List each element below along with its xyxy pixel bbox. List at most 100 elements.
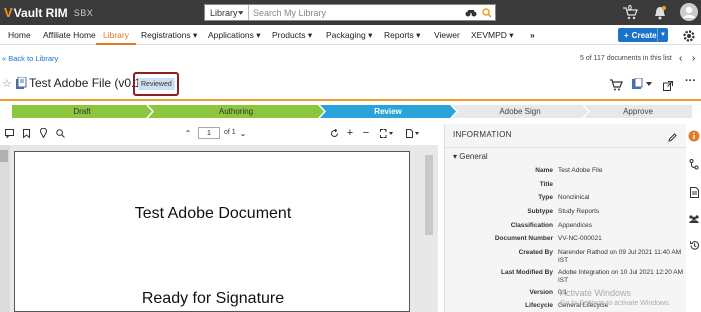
page-subheading: Ready for Signature <box>141 290 285 307</box>
activate-windows-hint: Go to Settings to activate Windows. <box>560 300 671 307</box>
stage-adobe-sign: Adobe Sign <box>452 105 588 118</box>
nav-more-icon[interactable]: » <box>530 30 535 40</box>
create-button[interactable]: + Create ▼ <box>618 28 668 42</box>
binoculars-icon[interactable] <box>463 9 479 17</box>
field-value: Narender Rathod on 09 Jul 2021 11:40 AM … <box>558 249 682 264</box>
document-type-icon <box>15 76 27 95</box>
field-value: Adobe Integration on 10 Jul 2021 12:20 A… <box>558 269 684 284</box>
page-up-chevron-icon[interactable]: ⌃ <box>183 128 193 138</box>
edit-pencil-icon[interactable] <box>668 129 677 147</box>
activate-windows-watermark: Activate Windows <box>560 288 632 298</box>
logo-mark: V <box>4 5 13 20</box>
more-actions-icon[interactable]: ··· <box>685 75 696 87</box>
nav-packaging-label: Packaging <box>326 30 366 40</box>
sharing-settings-icon[interactable] <box>688 213 700 225</box>
document-actions-icon[interactable] <box>632 77 652 95</box>
create-menu-chevron-icon[interactable]: ▼ <box>657 28 668 42</box>
next-document-icon[interactable]: › <box>692 53 695 64</box>
cart-count: 0 <box>628 5 632 12</box>
nav-active-indicator <box>96 43 136 45</box>
field-label: Type <box>538 194 553 201</box>
nav-xevmpd-label: XEVMPD <box>471 30 507 40</box>
general-section-label: General <box>459 152 488 161</box>
page-total: of 1 <box>224 129 236 136</box>
search-icon[interactable] <box>479 7 495 18</box>
field-label: Document Number <box>494 235 553 242</box>
info-panel-title: INFORMATION <box>453 130 512 139</box>
nav-registrations-label: Registrations <box>141 30 191 40</box>
user-avatar[interactable] <box>680 3 698 21</box>
favorite-star-icon[interactable]: ☆ <box>2 77 12 90</box>
fit-page-icon[interactable] <box>379 128 395 138</box>
thumbnail-handle[interactable] <box>0 150 8 162</box>
right-rail <box>686 124 701 312</box>
field-label: Classification <box>510 222 553 229</box>
viewer-search-icon[interactable] <box>55 128 65 138</box>
field-label: Last Modified By <box>500 269 553 276</box>
location-pin-icon[interactable] <box>38 128 48 138</box>
search-input[interactable] <box>249 7 463 18</box>
general-section-toggle[interactable]: ▾ General <box>453 152 488 161</box>
zoom-in-icon[interactable]: + <box>345 127 355 139</box>
stage-authoring: Authoring <box>148 105 324 118</box>
document-header: ☆ Test Adobe File (v0.1) Reviewed ··· <box>0 72 701 98</box>
bookmark-icon[interactable] <box>21 128 31 138</box>
bell-icon[interactable] <box>652 5 668 21</box>
document-viewer[interactable]: Test Adobe Document Ready for Signature <box>0 145 438 312</box>
field-label: Version <box>529 289 553 296</box>
open-new-window-icon[interactable] <box>663 78 673 96</box>
lifecycle-bar: Draft Authoring Review Adobe Sign Approv… <box>12 105 692 118</box>
info-divider <box>445 147 687 148</box>
previous-document-icon[interactable]: ‹ <box>679 53 682 64</box>
viewer-toolbar: ⌃ 1 of 1 ⌄ + − <box>0 127 438 141</box>
field-value: Test Adobe File <box>558 167 603 174</box>
field-label: Created By <box>518 249 553 256</box>
nav-library[interactable]: Library <box>103 30 129 40</box>
stage-approve: Approve <box>584 105 692 118</box>
viewer-scrollbar[interactable] <box>425 155 433 235</box>
zoom-out-icon[interactable]: − <box>361 127 371 139</box>
field-label: Subtype <box>527 208 553 215</box>
nav-products-label: Products <box>272 30 306 40</box>
nav-viewer[interactable]: Viewer <box>434 30 460 40</box>
nav-affiliate-home[interactable]: Affiliate Home <box>43 30 96 40</box>
field-label: Name <box>535 167 553 174</box>
search-scope-dropdown[interactable]: Library <box>205 5 249 20</box>
information-panel: INFORMATION ▾ General Name Test Adobe Fil… <box>444 124 687 312</box>
plus-icon: + <box>624 30 629 40</box>
main-nav: Home Affiliate Home Library Registration… <box>0 25 701 45</box>
gear-icon[interactable] <box>681 28 697 44</box>
add-to-cart-icon[interactable] <box>609 78 623 96</box>
nav-home[interactable]: Home <box>8 30 31 40</box>
status-badge: Reviewed <box>138 78 175 90</box>
nav-packaging[interactable]: Packaging ▾ <box>326 30 372 41</box>
annotate-icon[interactable] <box>4 128 14 138</box>
nav-registrations[interactable]: Registrations ▾ <box>141 30 197 41</box>
top-bar: V Vault RIM SBX Library 0 <box>0 0 701 25</box>
page-down-chevron-icon[interactable]: ⌄ <box>238 128 248 138</box>
cart-icon[interactable]: 0 <box>622 5 638 21</box>
nav-reports-label: Reports <box>384 30 414 40</box>
download-menu-icon[interactable] <box>405 128 421 138</box>
nav-products[interactable]: Products ▾ <box>272 30 312 41</box>
logo-text: Vault RIM <box>13 5 68 20</box>
nav-xevmpd[interactable]: XEVMPD ▾ <box>471 30 514 41</box>
stage-draft: Draft <box>12 105 152 118</box>
page-number-input[interactable]: 1 <box>198 127 220 139</box>
field-value: VV-NC-000021 <box>558 235 602 242</box>
nav-applications[interactable]: Applications ▾ <box>208 30 260 41</box>
relationships-icon[interactable] <box>688 158 700 170</box>
environment-label: SBX <box>73 7 94 18</box>
back-to-library-link[interactable]: « Back to Library <box>2 54 58 63</box>
rotate-icon[interactable] <box>329 128 339 138</box>
history-icon[interactable] <box>688 239 700 251</box>
info-icon[interactable] <box>688 130 700 142</box>
field-value: Nonclinical <box>558 194 590 201</box>
header-divider <box>0 99 701 101</box>
page-heading: Test Adobe Document <box>134 205 292 222</box>
document-count: 5 of 117 documents in this list <box>580 55 672 62</box>
thumbnail-rail[interactable] <box>0 145 10 312</box>
document-icon[interactable] <box>688 186 700 198</box>
vault-logo[interactable]: V Vault RIM SBX <box>4 5 93 20</box>
nav-reports[interactable]: Reports ▾ <box>384 30 420 41</box>
